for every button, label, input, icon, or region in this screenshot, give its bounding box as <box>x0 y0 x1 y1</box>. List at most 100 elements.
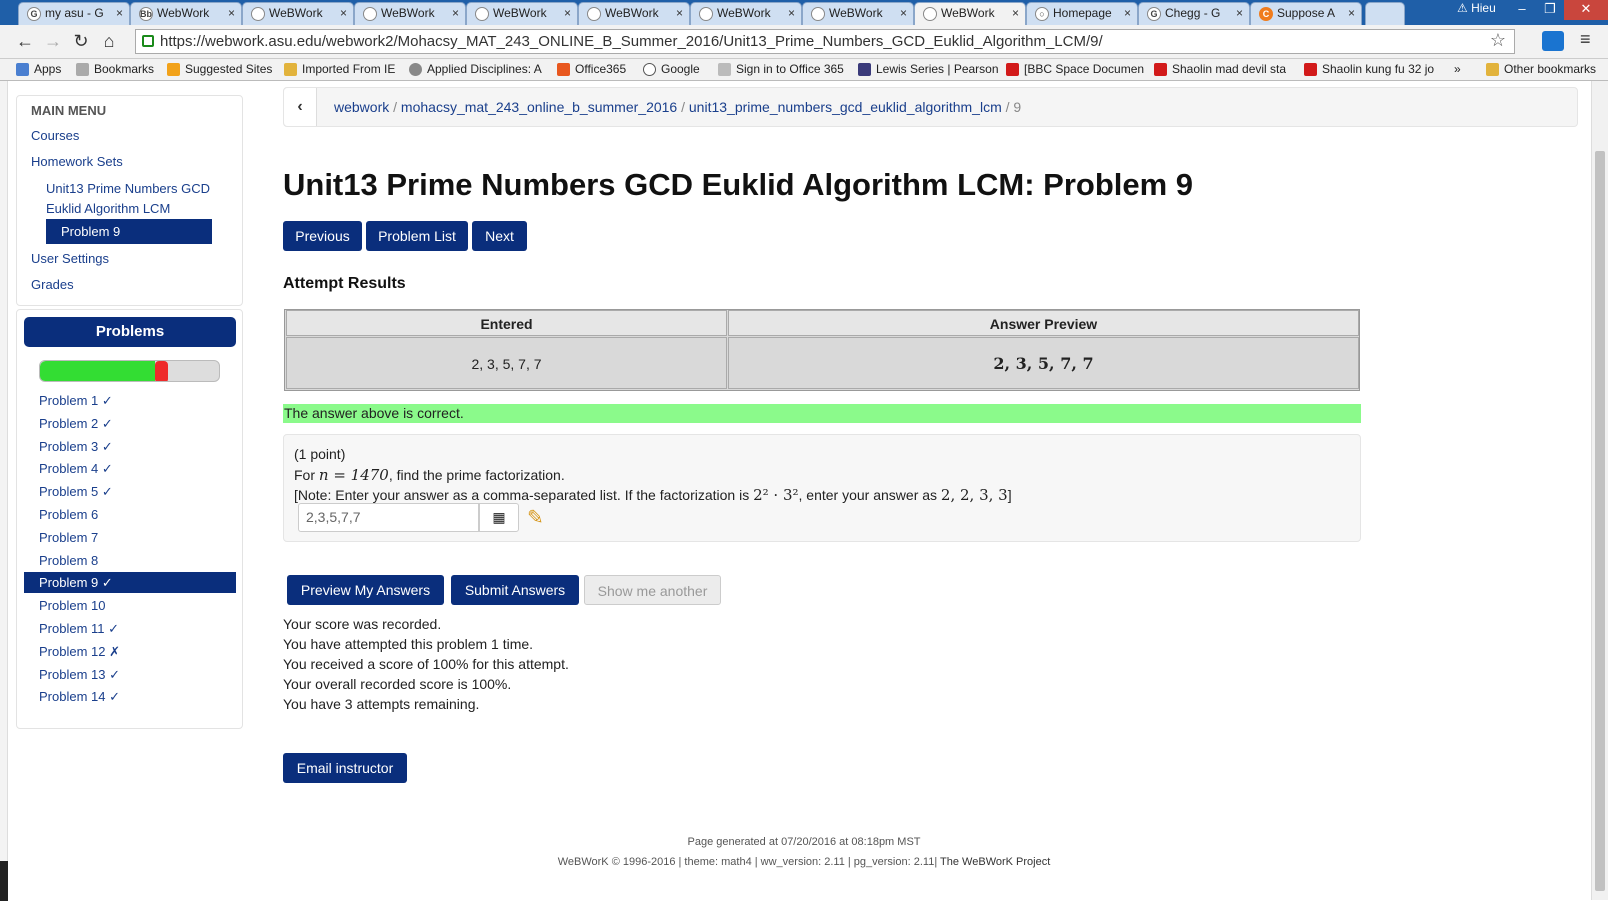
next-button[interactable]: Next <box>472 221 527 251</box>
bookmark-suggested-sites[interactable]: Suggested Sites <box>167 62 272 76</box>
bookmark-other[interactable]: Other bookmarks <box>1486 62 1596 76</box>
scrollbar[interactable] <box>1591 81 1608 900</box>
close-icon[interactable]: × <box>1124 6 1131 20</box>
bookmark-shaolin-mad-devil[interactable]: Shaolin mad devil sta <box>1154 62 1286 76</box>
menu-current-set-link[interactable]: Unit13 Prime Numbers GCD Euklid Algorith… <box>46 179 221 219</box>
back-arrow-icon[interactable]: ← <box>14 31 36 53</box>
email-instructor-button[interactable]: Email instructor <box>283 753 407 783</box>
bookmark-bookmarks[interactable]: Bookmarks <box>76 62 154 76</box>
bookmark-google[interactable]: Google <box>643 62 700 76</box>
show-another-button[interactable]: Show me another <box>584 575 721 605</box>
reload-icon[interactable]: ↻ <box>70 31 92 53</box>
menu-courses-link[interactable]: Courses <box>31 128 79 143</box>
tab-homepage[interactable]: ○ Homepage × <box>1026 2 1138 25</box>
breadcrumb-current: 9 <box>1013 99 1022 115</box>
close-icon[interactable]: × <box>1348 6 1355 20</box>
tab-webwork[interactable]: WeBWork × <box>802 2 914 25</box>
close-icon[interactable]: × <box>564 6 571 20</box>
preview-answers-button[interactable]: Preview My Answers <box>287 575 444 605</box>
close-icon[interactable]: × <box>788 6 795 20</box>
bookmark-apps[interactable]: Apps <box>16 62 61 76</box>
tab-webwork[interactable]: WeBWork × <box>578 2 690 25</box>
browser-chrome: Gmy asu - G × Bb WebWork × WeBWork × WeBWork… <box>0 0 1608 81</box>
close-icon[interactable]: × <box>1012 6 1019 20</box>
breadcrumb-link-webwork[interactable]: webwork <box>334 99 389 115</box>
problem-list-item[interactable]: Problem 1 ✓ <box>39 393 113 409</box>
answer-input[interactable]: 2,3,5,7,7 <box>298 503 479 532</box>
problem-list-item[interactable]: Problem 14 ✓ <box>39 689 120 705</box>
bookmark-sign-in-office365[interactable]: Sign in to Office 365 <box>718 62 844 76</box>
close-icon[interactable]: × <box>900 6 907 20</box>
minimize-icon[interactable]: – <box>1508 0 1536 20</box>
problem-list-item[interactable]: Problem 11 ✓ <box>39 621 119 637</box>
close-window-icon[interactable]: ✕ <box>1564 0 1608 20</box>
problem-list-item[interactable]: Problem 12 ✗ <box>39 644 120 660</box>
bookmark-lewis-series[interactable]: Lewis Series | Pearson <box>858 62 999 76</box>
problems-panel: Problems Problem 1 ✓ Problem 2 ✓ Problem 3… <box>16 309 243 729</box>
google-icon: G <box>27 7 41 21</box>
tab-webwork-bb[interactable]: Bb WebWork × <box>130 2 242 25</box>
extension-icon[interactable] <box>1542 31 1564 51</box>
close-icon[interactable]: × <box>1236 6 1243 20</box>
problem-list-item[interactable]: Problem 8 <box>39 553 98 568</box>
tab-my-asu[interactable]: Gmy asu - G × <box>18 2 130 25</box>
problem-statement: (1 point) For n = 1470, find the prime f… <box>283 434 1361 542</box>
breadcrumb-link-course[interactable]: mohacsy_mat_243_online_b_summer_2016 <box>401 99 677 115</box>
scrollbar-thumb[interactable] <box>1595 151 1605 891</box>
close-icon[interactable]: × <box>228 6 235 20</box>
home-icon[interactable]: ⌂ <box>98 31 120 53</box>
problem-list-item[interactable]: Problem 3 ✓ <box>39 439 113 455</box>
problem-list-item[interactable]: Problem 4 ✓ <box>39 461 113 477</box>
new-tab-button[interactable] <box>1365 2 1405 25</box>
problem-list-item[interactable]: Problem 6 <box>39 507 98 522</box>
menu-homework-sets-link[interactable]: Homework Sets <box>31 154 123 169</box>
bookmark-office365[interactable]: Office365 <box>557 62 626 76</box>
problem-list-item[interactable]: Problem 2 ✓ <box>39 416 113 432</box>
close-icon[interactable]: × <box>452 6 459 20</box>
menu-current-problem[interactable]: Problem 9 <box>46 219 212 244</box>
submit-answers-button[interactable]: Submit Answers <box>451 575 579 605</box>
problem-list-item[interactable]: Problem 5 ✓ <box>39 484 113 500</box>
tab-webwork[interactable]: WeBWork × <box>690 2 802 25</box>
folder-icon <box>284 63 297 76</box>
tab-webwork[interactable]: WeBWork × <box>242 2 354 25</box>
bookmark-imported-from-ie[interactable]: Imported From IE <box>284 62 395 76</box>
previous-button[interactable]: Previous <box>283 221 362 251</box>
score-message: You have 3 attempts remaining. <box>283 696 480 712</box>
equation-palette-icon[interactable]: ▦ <box>479 503 519 532</box>
bookmark-bbc-space[interactable]: [BBC Space Documen <box>1006 62 1144 76</box>
address-bar[interactable]: https://webwork.asu.edu/webwork2/Mohacsy… <box>135 29 1515 54</box>
chevron-left-icon[interactable]: ‹ <box>284 88 317 126</box>
menu-user-settings-link[interactable]: User Settings <box>31 251 109 266</box>
progress-bar <box>39 360 220 382</box>
tab-suppose[interactable]: C Suppose A × <box>1250 2 1362 25</box>
tab-webwork[interactable]: WeBWork × <box>466 2 578 25</box>
problems-heading-button[interactable]: Problems <box>24 317 236 347</box>
close-icon[interactable]: × <box>676 6 683 20</box>
menu-icon[interactable]: ≡ <box>1580 29 1591 50</box>
problem-list-item[interactable]: Problem 9 ✓ <box>24 572 236 594</box>
suggested-sites-icon <box>167 63 180 76</box>
profile-user-label[interactable]: ⚠ Hieu <box>1457 1 1496 15</box>
star-icon[interactable]: ☆ <box>1490 30 1506 51</box>
forward-arrow-icon[interactable]: → <box>42 31 64 53</box>
bookmark-applied-disciplines[interactable]: Applied Disciplines: A <box>409 62 542 76</box>
tab-webwork[interactable]: WeBWork × <box>354 2 466 25</box>
menu-grades-link[interactable]: Grades <box>31 277 74 292</box>
more-bookmarks-chevron-icon[interactable]: » <box>1454 62 1461 76</box>
attempt-results-heading: Attempt Results <box>283 275 406 292</box>
tab-chegg[interactable]: G Chegg - G × <box>1138 2 1250 25</box>
problem-list-item[interactable]: Problem 13 ✓ <box>39 667 120 683</box>
bookmark-shaolin-kung-fu[interactable]: Shaolin kung fu 32 jo <box>1304 62 1434 76</box>
close-icon[interactable]: × <box>340 6 347 20</box>
problem-list-item[interactable]: Problem 7 <box>39 530 98 545</box>
document-icon <box>718 63 731 76</box>
problem-list-item[interactable]: Problem 10 <box>39 598 105 613</box>
webwork-project-link[interactable]: The WeBWorK Project <box>940 856 1050 868</box>
pencil-icon[interactable]: ✎ <box>527 505 544 530</box>
breadcrumb-link-set[interactable]: unit13_prime_numbers_gcd_euklid_algorith… <box>689 99 1002 115</box>
restore-icon[interactable]: ❐ <box>1536 0 1564 20</box>
tab-webwork-active[interactable]: WeBWork × <box>914 2 1026 25</box>
close-icon[interactable]: × <box>116 6 123 20</box>
problem-list-button[interactable]: Problem List <box>366 221 468 251</box>
